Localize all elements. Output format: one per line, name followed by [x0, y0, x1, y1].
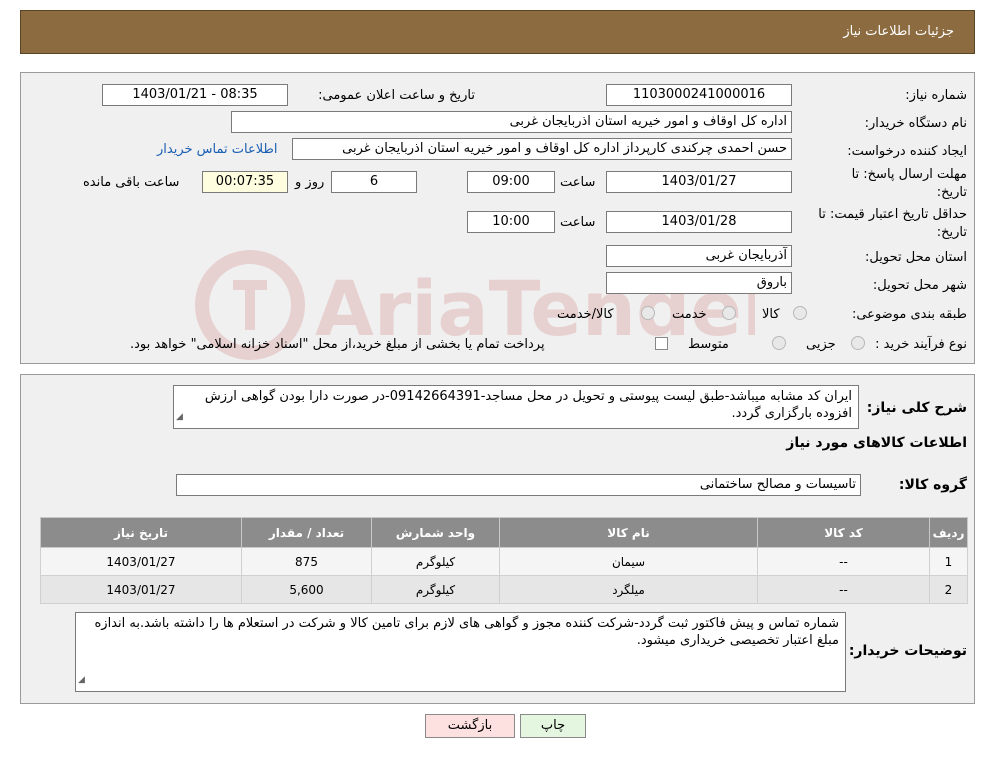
delivery-city-label: شهر محل تحویل: — [872, 278, 967, 293]
row-number: 1 — [929, 547, 968, 576]
deadline-label-date: تاریخ: — [936, 185, 967, 200]
goods-name: سیمان — [499, 547, 758, 576]
treasury-payment-checkbox[interactable] — [655, 337, 668, 350]
announce-datetime-field: 1403/01/21 - 08:35 — [102, 84, 288, 106]
category-goods-label: کالا — [762, 307, 780, 322]
unit: کیلوگرم — [371, 547, 500, 576]
goods-code: -- — [757, 575, 930, 604]
buyer-notes-text: شماره تماس و پیش فاکتور ثبت گردد-شرکت کن… — [75, 612, 846, 692]
goods-name: میلگرد — [499, 575, 758, 604]
row-number: 2 — [929, 575, 968, 604]
buyer-notes-label: توضیحات خریدار: — [848, 643, 967, 659]
col-goods-name: نام کالا — [499, 517, 758, 548]
resize-grip-icon[interactable]: ◢ — [78, 672, 85, 689]
price-validity-label-date: تاریخ: — [936, 225, 967, 240]
days-remaining-field: 6 — [331, 171, 417, 193]
table-header-row: ردیف کد کالا نام کالا واحد شمارش تعداد /… — [40, 517, 968, 548]
category-goods-radio[interactable] — [793, 306, 807, 320]
buyer-contact-link[interactable]: اطلاعات تماس خریدار — [157, 142, 277, 157]
price-validity-label: حداقل تاریخ اعتبار قیمت: تا — [818, 207, 967, 222]
col-quantity: تعداد / مقدار — [241, 517, 372, 548]
category-both-label: کالا/خدمت — [557, 307, 614, 322]
buyer-org-field: اداره کل اوقاف و امور خیریه استان اذربای… — [231, 111, 792, 133]
price-validity-time-field: 10:00 — [467, 211, 555, 233]
process-partial-radio[interactable] — [851, 336, 865, 350]
delivery-province-field: آذربایجان غربی — [606, 245, 792, 267]
need-number-label: شماره نیاز: — [905, 88, 967, 103]
category-label: طبقه بندی موضوعی: — [851, 307, 967, 322]
price-validity-time-label: ساعت — [560, 215, 596, 230]
category-both-radio[interactable] — [641, 306, 655, 320]
goods-code: -- — [757, 547, 930, 576]
announce-datetime-label: تاریخ و ساعت اعلان عمومی: — [318, 88, 475, 103]
delivery-city-field: باروق — [606, 272, 792, 294]
page-header: جزئیات اطلاعات نیاز — [20, 10, 975, 54]
unit: کیلوگرم — [371, 575, 500, 604]
need-date: 1403/01/27 — [40, 547, 242, 576]
resize-grip-icon[interactable]: ◢ — [176, 409, 183, 426]
table-row: 2 -- میلگرد کیلوگرم 5,600 1403/01/27 — [40, 575, 968, 604]
quantity: 5,600 — [241, 575, 372, 604]
process-partial-label: جزیی — [806, 337, 836, 352]
goods-group-label: گروه کالا: — [898, 477, 967, 493]
col-goods-code: کد کالا — [757, 517, 930, 548]
process-medium-radio[interactable] — [772, 336, 786, 350]
remaining-time-field: 00:07:35 — [202, 171, 288, 193]
treasury-payment-note: پرداخت تمام یا بخشی از مبلغ خرید،از محل … — [130, 337, 545, 352]
print-button[interactable]: چاپ — [520, 714, 586, 738]
page-title: جزئیات اطلاعات نیاز — [843, 24, 954, 39]
deadline-time-field: 09:00 — [467, 171, 555, 193]
buyer-org-label: نام دستگاه خریدار: — [864, 116, 967, 131]
need-description-text: ایران کد مشابه میباشد-طبق لیست پیوستی و … — [173, 385, 859, 429]
deadline-label: مهلت ارسال پاسخ: تا — [851, 167, 967, 182]
request-creator-label: ایجاد کننده درخواست: — [847, 144, 967, 159]
quantity: 875 — [241, 547, 372, 576]
delivery-province-label: استان محل تحویل: — [865, 250, 967, 265]
need-date: 1403/01/27 — [40, 575, 242, 604]
deadline-time-label: ساعت — [560, 175, 596, 190]
days-label: روز و — [295, 175, 325, 190]
category-service-label: خدمت — [672, 307, 707, 322]
goods-group-field: تاسیسات و مصالح ساختمانی — [176, 474, 861, 496]
deadline-date-field: 1403/01/27 — [606, 171, 792, 193]
process-medium-label: متوسط — [688, 337, 729, 352]
need-description-label: شرح کلی نیاز: — [866, 400, 967, 416]
goods-info-title: اطلاعات کالاهای مورد نیاز — [786, 435, 967, 451]
price-validity-date-field: 1403/01/28 — [606, 211, 792, 233]
col-row-number: ردیف — [929, 517, 968, 548]
goods-table: ردیف کد کالا نام کالا واحد شمارش تعداد /… — [40, 517, 968, 604]
back-button[interactable]: بازگشت — [425, 714, 515, 738]
col-unit: واحد شمارش — [371, 517, 500, 548]
purchase-process-label: نوع فرآیند خرید : — [875, 337, 967, 352]
need-number-field: 1103000241000016 — [606, 84, 792, 106]
col-need-date: تاریخ نیاز — [40, 517, 242, 548]
request-creator-field: حسن احمدی چرکندی کارپرداز اداره کل اوقاف… — [292, 138, 792, 160]
remaining-time-label: ساعت باقی مانده — [83, 175, 180, 190]
table-row: 1 -- سیمان کیلوگرم 875 1403/01/27 — [40, 547, 968, 576]
category-service-radio[interactable] — [722, 306, 736, 320]
